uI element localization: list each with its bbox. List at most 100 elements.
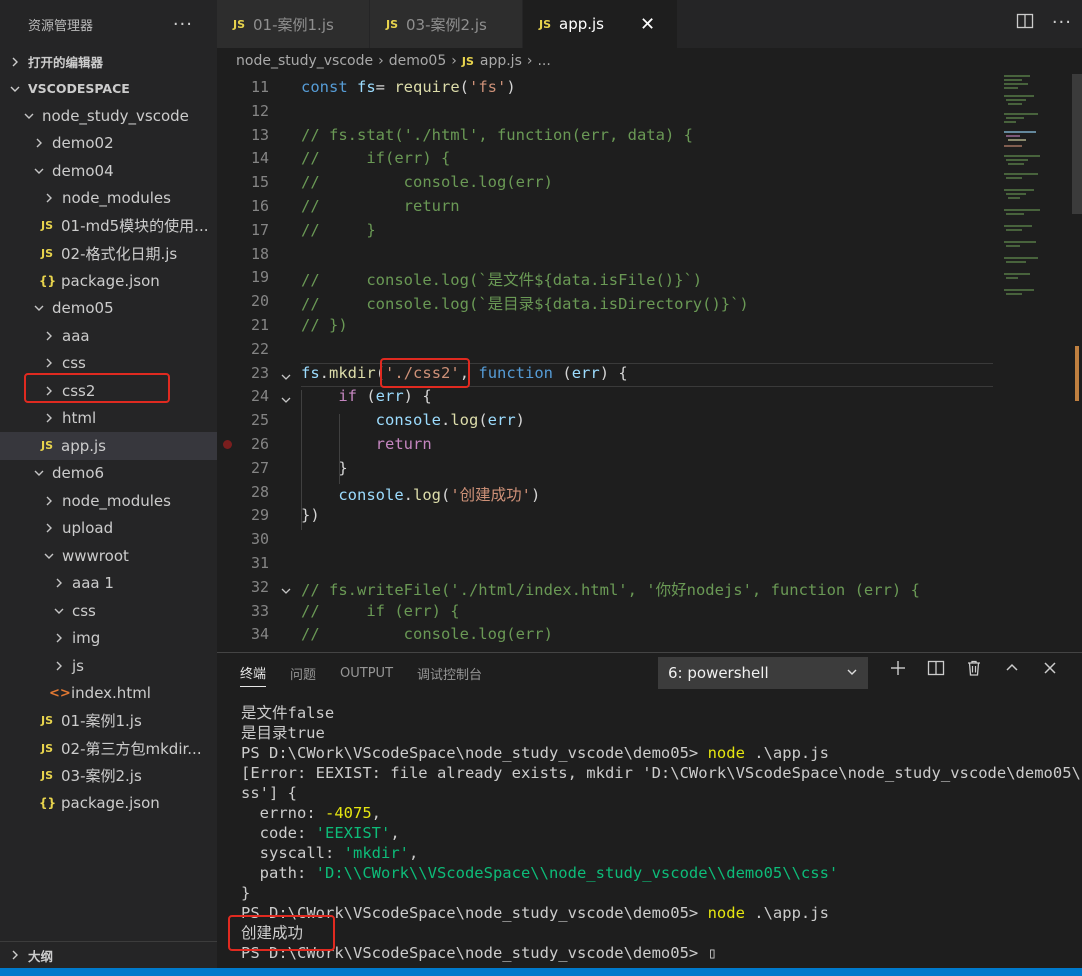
chevron-right-icon [54, 578, 64, 588]
code-token: require [394, 78, 460, 96]
chevron-right-icon [44, 523, 54, 533]
file-item[interactable]: JS 02-格式化日期.js [0, 240, 217, 268]
folder-item[interactable]: html [0, 405, 217, 433]
line-number: 13 [250, 125, 269, 144]
terminal-token: , [371, 804, 382, 822]
outline-label: 大纲 [28, 948, 54, 964]
js-file-icon: JS [233, 17, 246, 31]
terminal-select-value: 6: powershell [668, 664, 769, 682]
file-item[interactable]: {} package.json [0, 267, 217, 295]
folder-item[interactable]: img [0, 625, 217, 653]
terminal-line: path: 'D:\\CWork\\VScodeSpace\\node_stud… [241, 863, 1061, 883]
tab-case2[interactable]: JS 03-案例2.js [370, 0, 523, 48]
terminal-output[interactable]: 是文件false 是目录true PS D:\CWork\VScodeSpace\n… [241, 703, 1082, 963]
file-item[interactable]: JS 03-案例2.js [0, 762, 217, 790]
outline-section[interactable]: 大纲 [0, 941, 217, 968]
breadcrumb-item[interactable]: node_study_vscode [236, 53, 373, 69]
tree-item-label: css [72, 601, 96, 620]
tree-item-label: upload [62, 519, 114, 538]
tree-item-label: 03-案例2.js [61, 767, 142, 786]
code-token: ( [562, 363, 572, 382]
folder-item[interactable]: aaa [0, 322, 217, 350]
code-token: // if (err) { [301, 601, 460, 620]
highlight-box-success [228, 915, 335, 951]
line-number: 30 [250, 530, 269, 549]
plus-icon[interactable] [889, 659, 907, 682]
fold-chevron-icon[interactable] [281, 370, 291, 380]
code-token: console [375, 411, 441, 430]
line-number: 25 [250, 411, 269, 430]
code-token: ( [478, 411, 488, 430]
line-number: 23 [250, 363, 269, 382]
close-tab-icon[interactable]: ✕ [640, 14, 655, 35]
line-number: 29 [250, 506, 269, 525]
line-number: 12 [250, 101, 269, 120]
terminal-token: } [241, 884, 251, 902]
split-editor-icon[interactable] [1016, 12, 1034, 35]
terminal-line: 是文件false [241, 703, 1061, 723]
tree-item-label: demo05 [52, 299, 114, 318]
code-line: // }) [301, 316, 348, 334]
more-actions-icon[interactable]: ··· [1052, 12, 1072, 35]
tab-case1[interactable]: JS 01-案例1.js [217, 0, 370, 48]
minimap[interactable] [1000, 74, 1072, 652]
json-file-icon: {} [39, 796, 57, 811]
breadcrumb-item[interactable]: demo05 [389, 53, 447, 69]
fold-chevron-icon[interactable] [281, 393, 291, 404]
folder-item[interactable]: demo05 [0, 295, 217, 323]
file-item[interactable]: {} package.json [0, 790, 217, 818]
terminal-token: [Error: EEXIST: file already exists, mkd… [241, 764, 1082, 782]
code-token: ) [506, 78, 516, 96]
code-token: ( [459, 78, 470, 96]
code-token: }) [301, 506, 320, 525]
folder-item[interactable]: css [0, 597, 217, 625]
tree-item-label: package.json [61, 271, 160, 290]
tab-app-js[interactable]: JS app.js ✕ [523, 0, 678, 48]
line-number: 32 [250, 577, 269, 596]
folder-item[interactable]: js [0, 652, 217, 680]
folder-item[interactable]: wwwroot [0, 542, 217, 570]
tab-terminal[interactable]: 终端 [240, 663, 267, 687]
tree-item-label: css [62, 354, 86, 373]
file-item[interactable]: JS 01-案例1.js [0, 707, 217, 735]
breadcrumb-tail[interactable]: ... [537, 53, 550, 69]
folder-item[interactable]: upload [0, 515, 217, 543]
folder-item[interactable]: aaa 1 [0, 570, 217, 598]
folder-item[interactable]: node_modules [0, 185, 217, 213]
code-token: // return [301, 197, 460, 215]
file-item[interactable]: JS 01-md5模块的使用... [0, 212, 217, 240]
terminal-select[interactable]: 6: powershell [658, 657, 868, 689]
code-editor[interactable]: 11 const fs= require('fs') 12 13// fs.stat(… [217, 74, 1082, 652]
split-terminal-icon[interactable] [927, 659, 945, 682]
tree-item-label: node_study_vscode [42, 106, 189, 125]
bottom-panel: 终端 问题 OUTPUT 调试控制台 6: powershell 是文件fals… [217, 652, 1082, 968]
folder-item[interactable]: demo04 [0, 157, 217, 185]
more-actions-icon[interactable]: ··· [173, 14, 193, 35]
tab-problems[interactable]: 问题 [290, 664, 316, 683]
editor-actions: ··· [1016, 12, 1072, 35]
terminal-line: PS D:\CWork\VScodeSpace\node_study_vscod… [241, 903, 1061, 923]
trash-icon[interactable] [965, 659, 983, 682]
file-item[interactable]: JS app.js [0, 432, 217, 460]
folder-item[interactable]: node_study_vscode [0, 102, 217, 130]
line-number: 33 [250, 601, 269, 620]
folder-item[interactable]: node_modules [0, 487, 217, 515]
file-item[interactable]: <> index.html [0, 680, 217, 708]
close-panel-icon[interactable] [1041, 659, 1059, 682]
js-file-icon: JS [40, 439, 53, 453]
tab-debug-console[interactable]: 调试控制台 [417, 664, 482, 683]
folder-item[interactable]: demo6 [0, 460, 217, 488]
folder-item[interactable]: demo02 [0, 130, 217, 158]
fold-chevron-icon[interactable] [281, 584, 291, 594]
open-editors-section[interactable]: 打开的编辑器 [0, 48, 217, 75]
file-item[interactable]: JS 02-第三方包mkdir... [0, 735, 217, 763]
code-token: if [338, 387, 367, 406]
editor-scrollbar[interactable] [1072, 74, 1082, 214]
tab-output[interactable]: OUTPUT [340, 666, 393, 681]
terminal-line: errno: -4075, [241, 803, 1061, 823]
chevron-up-icon[interactable] [1003, 659, 1021, 682]
breadcrumb-file[interactable]: app.js [480, 53, 522, 69]
workspace-section[interactable]: VSCODESPACE [0, 75, 217, 102]
code-line: console.log(err) [301, 411, 525, 429]
code-token: err [487, 411, 516, 430]
